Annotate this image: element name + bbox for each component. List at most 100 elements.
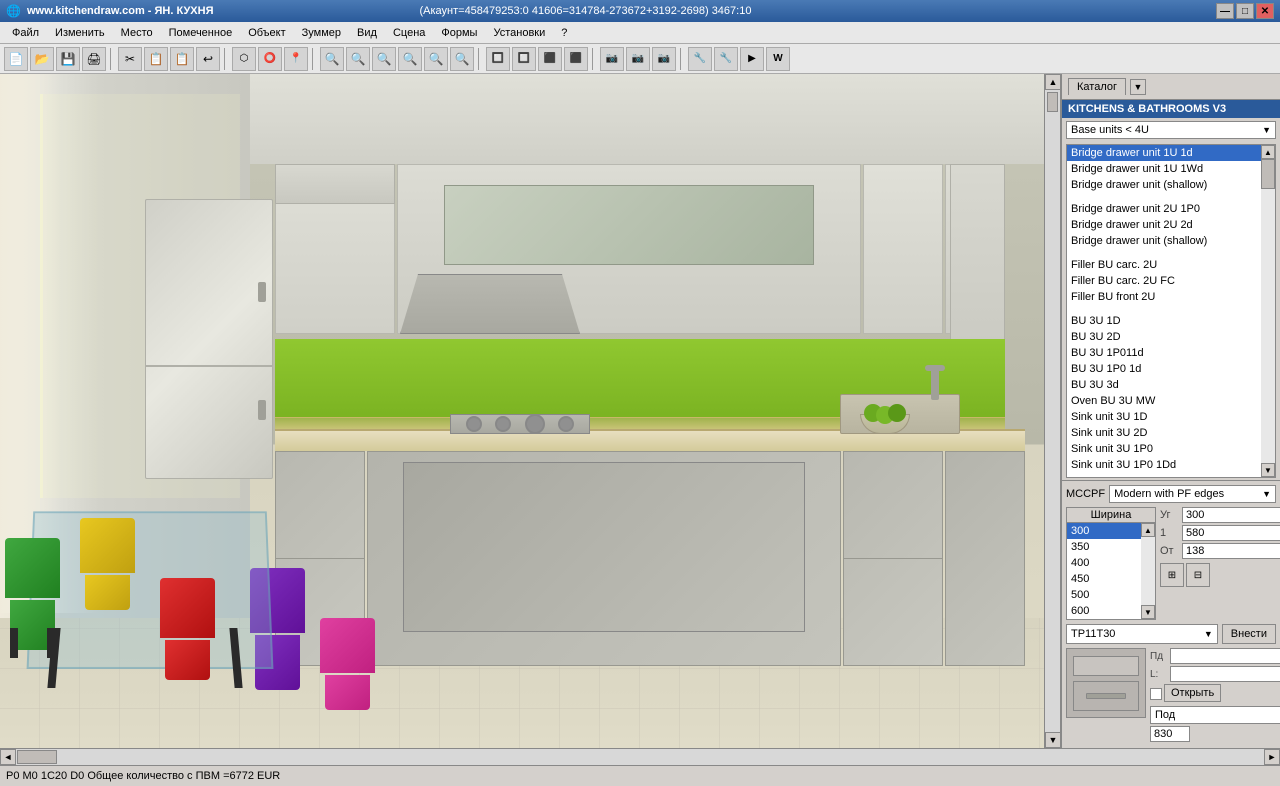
- menu-edit[interactable]: Изменить: [47, 25, 113, 41]
- catalog-scroll-up[interactable]: ▲: [1261, 145, 1275, 159]
- scroll-left-button[interactable]: ◄: [0, 749, 16, 765]
- pd-input[interactable]: [1170, 648, 1280, 664]
- zoom5-button[interactable]: 🔍: [424, 47, 448, 71]
- size-item-350[interactable]: 350: [1067, 539, 1141, 555]
- size-item-400[interactable]: 400: [1067, 555, 1141, 571]
- viewport-scrollbar[interactable]: ▲ ▼: [1044, 74, 1060, 748]
- menu-forms[interactable]: Формы: [433, 25, 485, 41]
- catalog-item-13[interactable]: BU 3U 2D: [1067, 329, 1261, 345]
- menu-help[interactable]: ?: [553, 25, 575, 41]
- zoom-in-button[interactable]: 🔍: [320, 47, 344, 71]
- bottom-scrollbar[interactable]: ◄ ►: [0, 748, 1280, 764]
- tool1-button[interactable]: ⬡: [232, 47, 256, 71]
- catalog-item-6[interactable]: Bridge drawer unit (shallow): [1067, 233, 1261, 249]
- settings2-button[interactable]: 🔧: [714, 47, 738, 71]
- tool3-button[interactable]: 📍: [284, 47, 308, 71]
- view4-button[interactable]: ⬛: [564, 47, 588, 71]
- menu-settings[interactable]: Установки: [485, 25, 553, 41]
- size-scroll-down[interactable]: ▼: [1141, 605, 1155, 619]
- catalog-scroll-track[interactable]: [1261, 159, 1275, 463]
- open-checkbox[interactable]: [1150, 688, 1162, 700]
- menu-marked[interactable]: Помеченное: [161, 25, 241, 41]
- scroll-track[interactable]: [1045, 90, 1060, 732]
- size-item-500[interactable]: 500: [1067, 587, 1141, 603]
- size-item-300[interactable]: 300: [1067, 523, 1141, 539]
- w-button[interactable]: W: [766, 47, 790, 71]
- print-button[interactable]: 🖨: [82, 47, 106, 71]
- menu-view[interactable]: Вид: [349, 25, 385, 41]
- size-scroll-up[interactable]: ▲: [1141, 523, 1155, 537]
- scroll-right-button[interactable]: ►: [1264, 749, 1280, 765]
- new-button[interactable]: 📄: [4, 47, 28, 71]
- scroll-bar-thumb[interactable]: [17, 750, 57, 764]
- menu-object[interactable]: Объект: [240, 25, 293, 41]
- catalog-item-4[interactable]: Bridge drawer unit 2U 1P0: [1067, 201, 1261, 217]
- cam3-button[interactable]: 📷: [652, 47, 676, 71]
- tool2-button[interactable]: ⭕: [258, 47, 282, 71]
- vnesti-button[interactable]: Внести: [1222, 624, 1276, 644]
- catalog-item-8[interactable]: Filler BU carc. 2U: [1067, 257, 1261, 273]
- zoom6-button[interactable]: 🔍: [450, 47, 474, 71]
- zoom-out-button[interactable]: 🔍: [346, 47, 370, 71]
- catalog-item-1[interactable]: Bridge drawer unit 1U 1Wd: [1067, 161, 1261, 177]
- zoom-fit-button[interactable]: 🔍: [372, 47, 396, 71]
- save-button[interactable]: 💾: [56, 47, 80, 71]
- paste-button[interactable]: 📋: [170, 47, 194, 71]
- catalog-scroll-thumb[interactable]: [1261, 159, 1275, 189]
- cam2-button[interactable]: 📷: [626, 47, 650, 71]
- catalog-item-14[interactable]: BU 3U 1P011d: [1067, 345, 1261, 361]
- view2-button[interactable]: 🔲: [512, 47, 536, 71]
- catalog-item-5[interactable]: Bridge drawer unit 2U 2d: [1067, 217, 1261, 233]
- scroll-thumb[interactable]: [1047, 92, 1058, 112]
- viewport[interactable]: ▲ ▼: [0, 74, 1060, 748]
- minimize-button[interactable]: —: [1216, 3, 1234, 19]
- cut-button[interactable]: ✂: [118, 47, 142, 71]
- copy-button[interactable]: 📋: [144, 47, 168, 71]
- size-item-450[interactable]: 450: [1067, 571, 1141, 587]
- catalog-item-18[interactable]: Sink unit 3U 1D: [1067, 409, 1261, 425]
- l-input[interactable]: [1170, 666, 1280, 682]
- catalog-item-2[interactable]: Bridge drawer unit (shallow): [1067, 177, 1261, 193]
- undo-button[interactable]: ↩: [196, 47, 220, 71]
- field1-input[interactable]: [1182, 525, 1280, 541]
- view3-button[interactable]: ⬛: [538, 47, 562, 71]
- catalog-scroll-down[interactable]: ▼: [1261, 463, 1275, 477]
- catalog-item-19[interactable]: Sink unit 3U 2D: [1067, 425, 1261, 441]
- panel-options-button[interactable]: ▼: [1130, 79, 1146, 95]
- settings1-button[interactable]: 🔧: [688, 47, 712, 71]
- scroll-up-arrow[interactable]: ▲: [1045, 74, 1060, 90]
- menu-zoom[interactable]: Зуммер: [294, 25, 349, 41]
- zoom-3d-button[interactable]: 🔍: [398, 47, 422, 71]
- catalog-item-10[interactable]: Filler BU front 2U: [1067, 289, 1261, 305]
- view1-button[interactable]: 🔲: [486, 47, 510, 71]
- pod-value-input[interactable]: [1150, 726, 1190, 742]
- play-button[interactable]: ▶: [740, 47, 764, 71]
- ug-input[interactable]: [1182, 507, 1280, 523]
- open-button[interactable]: 📂: [30, 47, 54, 71]
- close-button[interactable]: ✕: [1256, 3, 1274, 19]
- cam1-button[interactable]: 📷: [600, 47, 624, 71]
- profile-dropdown[interactable]: Modern with PF edges ▼: [1109, 485, 1276, 503]
- catalog-item-16[interactable]: BU 3U 3d: [1067, 377, 1261, 393]
- menu-scene[interactable]: Сцена: [385, 25, 433, 41]
- size-item-600[interactable]: 600: [1067, 603, 1141, 619]
- scroll-down-arrow[interactable]: ▼: [1045, 732, 1060, 748]
- catalog-item-9[interactable]: Filler BU carc. 2U FC: [1067, 273, 1261, 289]
- catalog-item-0[interactable]: Bridge drawer unit 1U 1d: [1067, 145, 1261, 161]
- menu-place[interactable]: Место: [113, 25, 161, 41]
- scroll-bar-track[interactable]: [16, 749, 1264, 765]
- open-button[interactable]: Открыть: [1164, 684, 1221, 702]
- catalog-tab[interactable]: Каталог: [1068, 78, 1126, 95]
- size-icon2-button[interactable]: ⊟: [1186, 563, 1210, 587]
- maximize-button[interactable]: □: [1236, 3, 1254, 19]
- size-scroll-track[interactable]: [1141, 537, 1155, 605]
- catalog-item-21[interactable]: Sink unit 3U 1P0 1Dd: [1067, 457, 1261, 473]
- catalog-item-17[interactable]: Oven BU 3U MW: [1067, 393, 1261, 409]
- catalog-item-20[interactable]: Sink unit 3U 1P0: [1067, 441, 1261, 457]
- catalog-item-15[interactable]: BU 3U 1P0 1d: [1067, 361, 1261, 377]
- catalog-dropdown[interactable]: Base units < 4U ▼: [1066, 121, 1276, 139]
- catalog-code-dropdown[interactable]: TP11T30 ▼: [1066, 624, 1218, 644]
- ot-input[interactable]: [1182, 543, 1280, 559]
- menu-file[interactable]: Файл: [4, 25, 47, 41]
- catalog-item-12[interactable]: BU 3U 1D: [1067, 313, 1261, 329]
